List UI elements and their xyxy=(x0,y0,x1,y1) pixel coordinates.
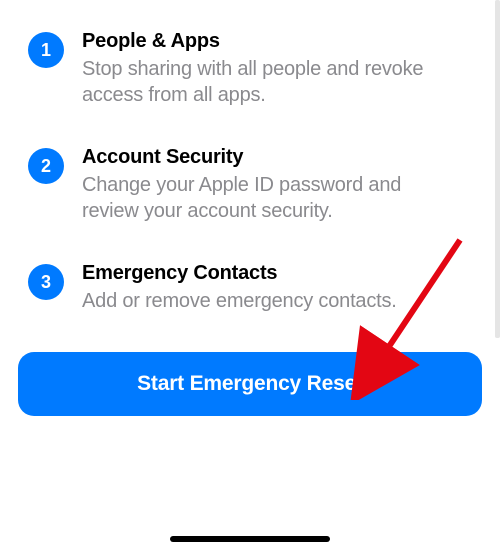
step-number-badge: 2 xyxy=(28,148,64,184)
step-number-badge: 3 xyxy=(28,264,64,300)
cta-wrapper: Start Emergency Reset xyxy=(0,352,500,416)
step-3: 3 Emergency Contacts Add or remove emerg… xyxy=(28,262,472,314)
step-2: 2 Account Security Change your Apple ID … xyxy=(28,146,472,224)
step-number-badge: 1 xyxy=(28,32,64,68)
step-1-title: People & Apps xyxy=(82,30,432,53)
step-3-desc: Add or remove emergency contacts. xyxy=(82,288,432,314)
scrollbar[interactable] xyxy=(495,0,500,338)
steps-list: 1 People & Apps Stop sharing with all pe… xyxy=(0,0,500,314)
step-2-title: Account Security xyxy=(82,146,432,169)
step-2-content: Account Security Change your Apple ID pa… xyxy=(82,146,472,224)
step-1-content: People & Apps Stop sharing with all peop… xyxy=(82,30,472,108)
step-3-title: Emergency Contacts xyxy=(82,262,432,285)
home-indicator[interactable] xyxy=(170,536,330,542)
step-1-desc: Stop sharing with all people and revoke … xyxy=(82,56,432,108)
step-1: 1 People & Apps Stop sharing with all pe… xyxy=(28,30,472,108)
step-2-desc: Change your Apple ID password and review… xyxy=(82,172,432,224)
start-emergency-reset-button[interactable]: Start Emergency Reset xyxy=(18,352,482,416)
step-3-content: Emergency Contacts Add or remove emergen… xyxy=(82,262,472,314)
